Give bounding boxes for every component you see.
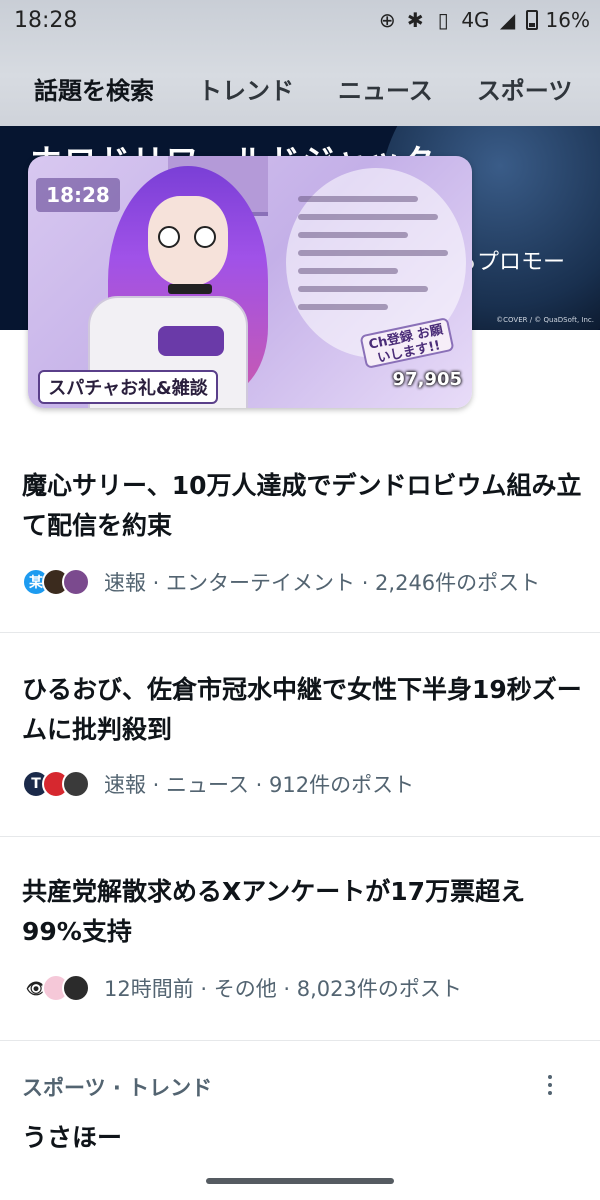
trend-meta-text: 速報 · エンターテイメント · 2,246件のポスト (104, 571, 541, 595)
trend-avatars: T (22, 770, 90, 798)
battery-percent: 16% (545, 8, 590, 32)
tab-news[interactable]: ニュース (316, 71, 455, 106)
trend-title[interactable]: 魔心サリー、10万人達成でデンドロビウム組み立て配信を約束 (22, 466, 582, 546)
trend-title[interactable]: 共産党解散求めるXアンケートが17万票超え99%支持 (22, 872, 582, 952)
avatar (62, 974, 90, 1002)
trend-avatars: 👁 (22, 974, 90, 1002)
network-label: 4G (461, 8, 490, 32)
trend-meta: T 速報 · ニュース · 912件のポスト (22, 766, 414, 802)
divider (0, 836, 600, 837)
avatar (62, 568, 90, 596)
pip-view-count: 97,905 (392, 369, 462, 390)
pip-chat-line (298, 250, 448, 256)
pip-eye-right (194, 226, 216, 248)
battery-icon (525, 10, 538, 30)
bluetooth-icon: ✱ (406, 8, 424, 32)
hero-copyright: ©COVER / © QuaDSoft, Inc. (496, 316, 594, 324)
pip-chat-line (298, 196, 418, 202)
top-header: 18:28 ⊕ ✱ ▯ 4G ◢ 16% 話題を検索 トレンド ニュース スポー… (0, 0, 600, 126)
trend-title[interactable]: ひるおび、佐倉市冠水中継で女性下半身19秒ズームに批判殺到 (22, 670, 582, 750)
explore-tabs: 話題を検索 トレンド ニュース スポーツ (0, 60, 600, 116)
pip-eye-left (158, 226, 180, 248)
trend-avatars: 某 (22, 568, 90, 596)
tab-sports[interactable]: スポーツ (455, 71, 595, 106)
trend-meta-text: 12時間前 · その他 · 8,023件のポスト (104, 977, 462, 1001)
divider (0, 632, 600, 633)
pip-character-face (148, 196, 228, 286)
status-icons: ⊕ ✱ ▯ 4G ◢ 16% (377, 8, 590, 32)
signal-icon: ◢ (499, 8, 516, 32)
pip-chat-line (298, 304, 388, 310)
pip-chat-line (298, 232, 408, 238)
vibrate-icon: ▯ (437, 8, 449, 32)
trend-meta-text: 速報 · ニュース · 912件のポスト (104, 773, 415, 797)
pip-chat-line (298, 214, 438, 220)
pip-bow (158, 326, 224, 356)
status-time: 18:28 (14, 8, 78, 33)
tab-search-topics[interactable]: 話題を検索 (0, 71, 176, 106)
sports-trend-label: スポーツ · トレンド (22, 1076, 213, 1100)
trend-meta: 👁 12時間前 · その他 · 8,023件のポスト (22, 970, 462, 1006)
pip-caption: スパチャお礼&雑談 (38, 370, 218, 404)
pip-video-player[interactable]: 18:28 Ch登録 お願いします!! スパチャお礼&雑談 97,905 (28, 156, 472, 408)
pip-chat-line (298, 268, 398, 274)
more-options-icon[interactable] (540, 1070, 560, 1100)
pip-time-stamp: 18:28 (36, 178, 120, 212)
status-bar: 18:28 ⊕ ✱ ▯ 4G ◢ 16% (0, 0, 600, 44)
trend-meta: 某 速報 · エンターテイメント · 2,246件のポスト (22, 564, 540, 600)
divider (0, 1040, 600, 1041)
sports-trend-title[interactable]: うさほー (22, 1118, 122, 1154)
tab-trends[interactable]: トレンド (176, 71, 316, 106)
home-indicator[interactable] (206, 1178, 394, 1184)
avatar (62, 770, 90, 798)
hotspot-icon: ⊕ (378, 8, 396, 32)
pip-choker (168, 284, 212, 294)
pip-chat-line (298, 286, 428, 292)
